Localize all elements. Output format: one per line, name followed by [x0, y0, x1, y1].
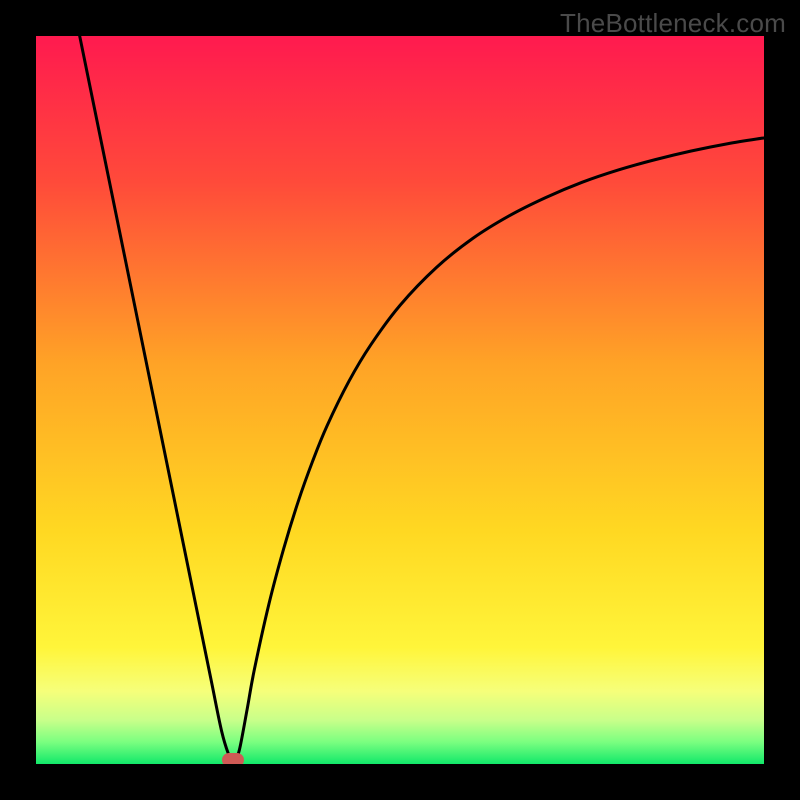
watermark-text: TheBottleneck.com — [560, 8, 786, 39]
min-marker — [222, 753, 244, 764]
chart-frame: TheBottleneck.com — [0, 0, 800, 800]
bottleneck-curve — [80, 36, 764, 762]
plot-area — [36, 36, 764, 764]
curve-layer — [36, 36, 764, 764]
